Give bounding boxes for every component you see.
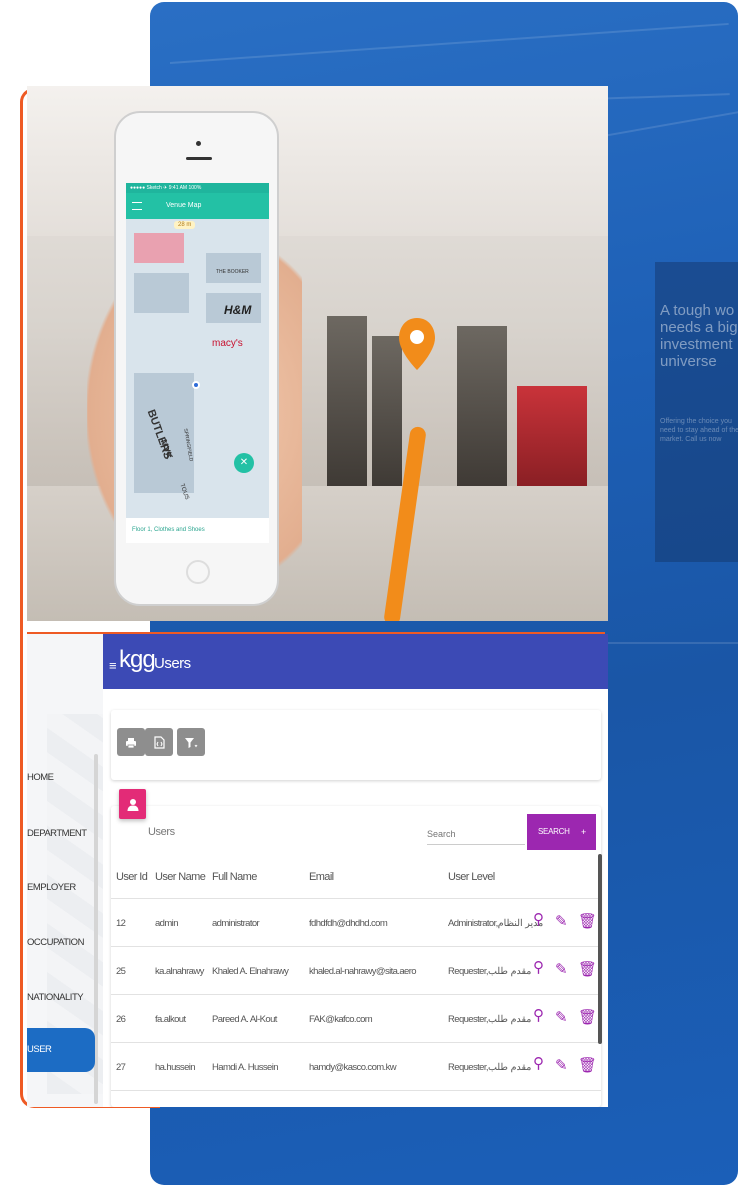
cell-email: FAK@kafco.com — [309, 1014, 373, 1025]
toolbar-card — [111, 710, 601, 780]
store-label: THE BOOKER — [216, 269, 249, 275]
cell-full-name: administrator — [212, 918, 260, 929]
search-button[interactable]: SEARCH + — [527, 814, 596, 850]
column-header-email[interactable]: Email — [309, 871, 334, 883]
file-code-icon — [153, 736, 165, 749]
edit-icon[interactable]: ✎ — [555, 960, 568, 978]
search-button-label: SEARCH — [538, 827, 570, 836]
sidebar-item-home[interactable]: HOME — [27, 772, 103, 792]
card-title: Users — [148, 826, 175, 838]
cell-user-id: 12 — [116, 918, 126, 929]
user-icon-badge — [119, 789, 146, 819]
sidebar-item-employer[interactable]: EMPLOYER — [27, 882, 103, 902]
page-title: Users — [154, 655, 191, 672]
location-pin-icon — [399, 318, 435, 370]
delete-icon[interactable]: 🗑 — [578, 1008, 597, 1026]
hamburger-menu-icon[interactable]: ≡ — [109, 658, 117, 673]
delete-icon[interactable]: 🗑 — [578, 912, 597, 930]
map-block — [206, 253, 261, 283]
cell-full-name: Khaled A. Elnahrawy — [212, 966, 289, 977]
cell-user-level: Requester,مقدم طلب — [448, 1062, 532, 1073]
cell-user-level: Administrator,مدير النظام — [448, 918, 544, 929]
map-block — [134, 273, 189, 313]
store-label: H&M — [224, 303, 252, 317]
phone-screen: ●●●●● Sketch ✈ 9:41 AM 100% Venue Map 28… — [126, 183, 269, 543]
home-button — [186, 560, 210, 584]
table-scrollbar[interactable] — [598, 854, 602, 1044]
cell-user-name: fa.alkout — [155, 1014, 186, 1025]
cell-user-level: Requester,مقدم طلب — [448, 966, 532, 977]
row-divider — [111, 994, 601, 995]
add-button[interactable]: + — [581, 814, 586, 850]
sidebar: HOME DEPARTMENT EMPLOYER OCCUPATION NATI… — [27, 634, 103, 1107]
cell-user-name: admin — [155, 918, 178, 929]
edit-icon[interactable]: ✎ — [555, 912, 568, 930]
cell-email: hamdy@kasco.com.kw — [309, 1062, 397, 1073]
cell-user-id: 27 — [116, 1062, 126, 1073]
camera-icon — [196, 141, 201, 146]
sidebar-item-department[interactable]: DEPARTMENT — [27, 828, 103, 848]
app-logo: kgg — [119, 646, 156, 673]
print-button[interactable] — [117, 728, 145, 756]
person-icon — [127, 798, 138, 811]
delete-icon[interactable]: 🗑 — [578, 960, 597, 978]
edit-icon[interactable]: ✎ — [555, 1056, 568, 1074]
column-header-user-level[interactable]: User Level — [448, 871, 495, 883]
sidebar-item-user[interactable]: USER — [27, 1028, 95, 1072]
speaker — [186, 157, 212, 160]
filter-icon — [185, 737, 198, 748]
mall-hero-image: ●●●●● Sketch ✈ 9:41 AM 100% Venue Map 28… — [27, 86, 608, 621]
cell-email: fdhdfdh@dhdhd.com — [309, 918, 388, 929]
filter-button[interactable] — [177, 728, 205, 756]
current-location-icon — [192, 381, 200, 389]
cell-user-level: Requester,مقدم طلب — [448, 1014, 532, 1025]
view-icon[interactable]: ⚲ — [533, 958, 544, 976]
smartphone: ●●●●● Sketch ✈ 9:41 AM 100% Venue Map 28… — [114, 111, 279, 606]
phone-app-title: Venue Map — [166, 202, 202, 209]
cell-user-id: 26 — [116, 1014, 126, 1025]
store-label: macy's — [212, 338, 243, 349]
billboard-fine-print: Offering the choice you need to stay ahe… — [660, 418, 738, 443]
users-app-screenshot: HOME DEPARTMENT EMPLOYER OCCUPATION NATI… — [27, 634, 608, 1107]
view-icon[interactable]: ⚲ — [533, 1006, 544, 1024]
sidebar-item-nationality[interactable]: NATIONALITY — [27, 992, 103, 1012]
phone-status-bar: ●●●●● Sketch ✈ 9:41 AM 100% — [126, 183, 269, 193]
printer-icon — [126, 737, 136, 749]
phone-app-bar: Venue Map — [126, 193, 269, 219]
storefront — [327, 316, 367, 486]
delete-icon[interactable]: 🗑 — [578, 1056, 597, 1074]
floor-label: Floor 1, Clothes and Shoes — [126, 518, 269, 543]
column-header-user-name[interactable]: User Name — [155, 871, 206, 883]
cell-email: khaled.al-nahrawy@sita.aero — [309, 966, 417, 977]
distance-label: 28 m — [174, 221, 196, 229]
row-divider — [111, 946, 601, 947]
column-header-user-id[interactable]: User Id — [116, 871, 148, 883]
view-icon[interactable]: ⚲ — [533, 1054, 544, 1072]
cell-full-name: Hamdi A. Hussein — [212, 1062, 279, 1073]
storefront-red — [517, 386, 587, 486]
row-divider — [111, 898, 601, 899]
view-icon[interactable]: ⚲ — [533, 910, 544, 928]
ceiling-beam — [169, 22, 729, 64]
map-block — [134, 233, 184, 263]
menu-icon — [132, 202, 142, 210]
row-divider — [111, 1042, 601, 1043]
search-input[interactable] — [427, 823, 525, 845]
row-divider — [111, 1090, 601, 1091]
export-button[interactable] — [145, 728, 173, 756]
cell-full-name: Pareed A. Al-Kout — [212, 1014, 277, 1025]
cell-user-name: ha.hussein — [155, 1062, 196, 1073]
sidebar-item-occupation[interactable]: OCCUPATION — [27, 937, 103, 957]
storefront — [457, 326, 507, 486]
cell-user-id: 25 — [116, 966, 126, 977]
column-header-full-name[interactable]: Full Name — [212, 871, 257, 883]
cell-user-name: ka.alnahrawy — [155, 966, 204, 977]
app-top-bar: ≡ kgg Users — [103, 634, 608, 689]
close-icon[interactable]: ✕ — [234, 453, 254, 473]
edit-icon[interactable]: ✎ — [555, 1008, 568, 1026]
billboard-headline: A tough wo needs a big investment univer… — [660, 302, 738, 370]
